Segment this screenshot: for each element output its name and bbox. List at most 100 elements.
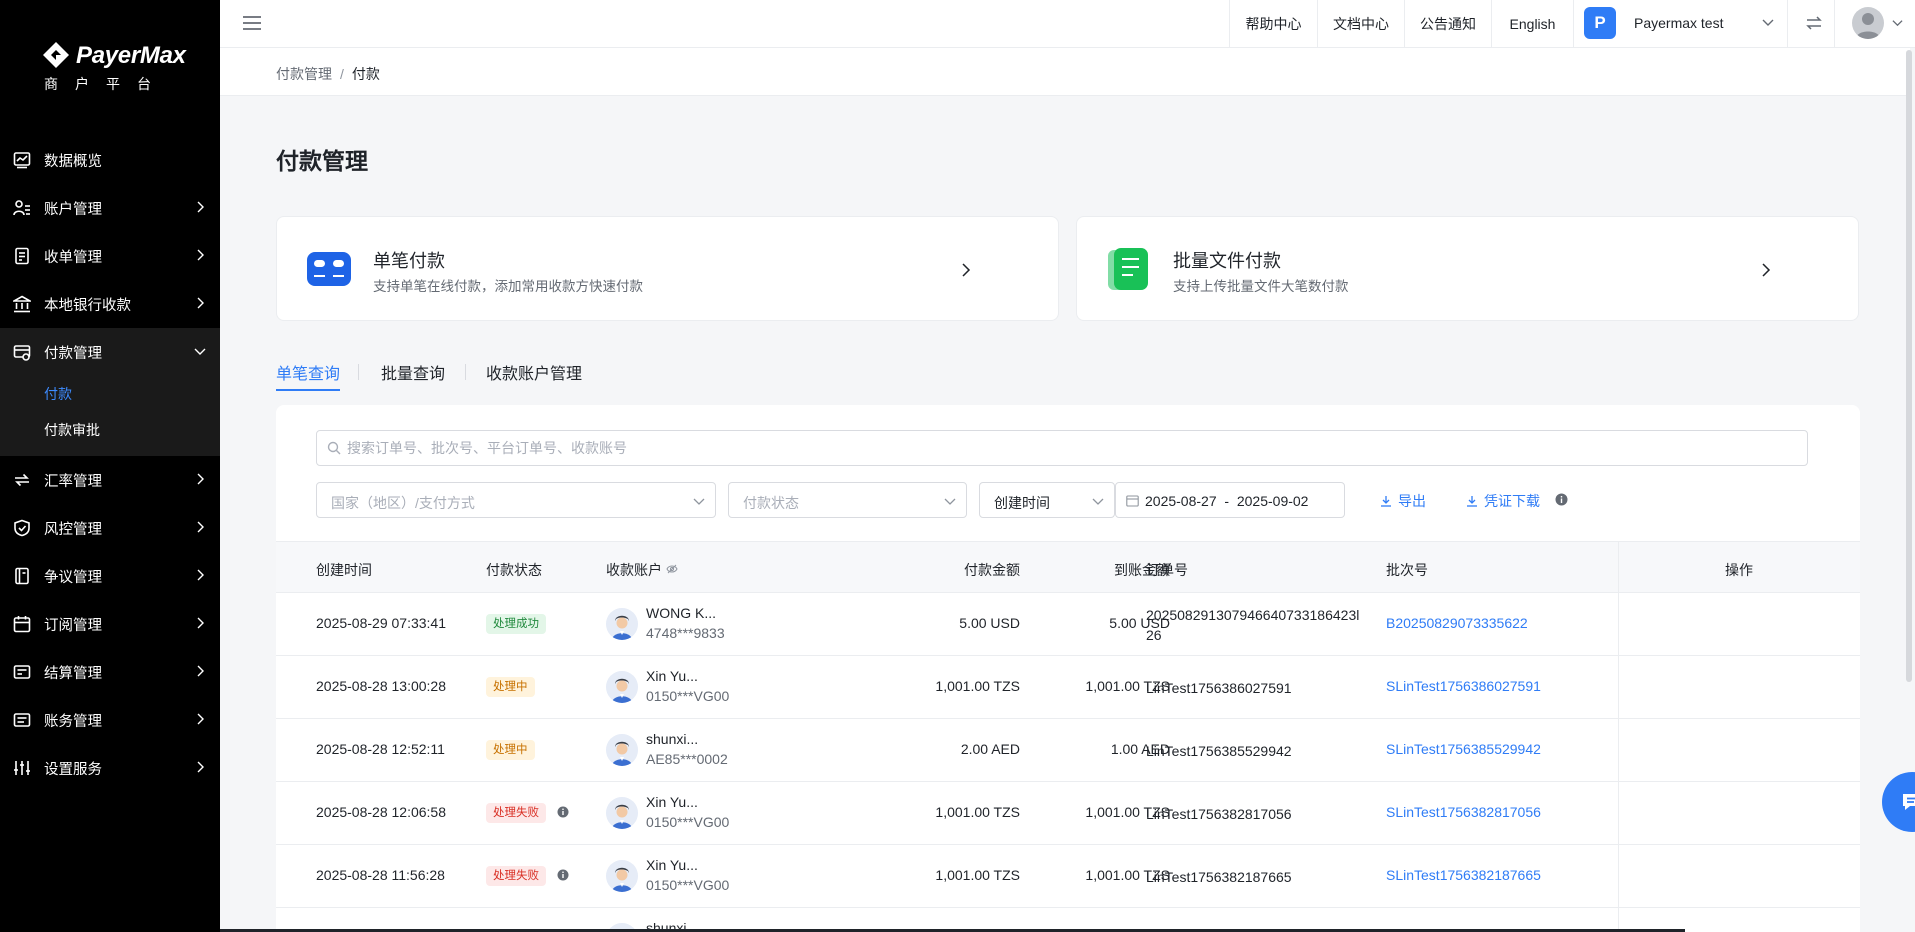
chevron-down-icon[interactable] xyxy=(1762,16,1774,28)
payee-avatar-icon xyxy=(606,608,638,640)
sidebar-item-overview[interactable]: 数据概览 xyxy=(0,136,220,184)
batch-number-link[interactable]: SLinTest1756385529942 xyxy=(1386,741,1541,757)
query-tabs: 单笔查询 批量查询 收款账户管理 xyxy=(276,356,1876,392)
switch-account-icon[interactable] xyxy=(1804,13,1824,33)
sidebar-item-label: 付款管理 xyxy=(44,345,102,362)
order-number-line: LinTest1756382817056 xyxy=(1146,806,1292,822)
sidebar-item-fx[interactable]: 汇率管理 xyxy=(0,456,220,504)
payee-account-number: 0150***VG00 xyxy=(646,814,730,830)
created-time: 2025-08-28 11:56:28 xyxy=(316,867,445,883)
chevron-right-icon xyxy=(197,521,204,533)
order-number[interactable]: LinTest1756385529942 xyxy=(1146,741,1366,761)
created-time: 2025-08-28 13:00:28 xyxy=(316,678,446,694)
user-avatar-icon xyxy=(1856,13,1880,39)
language-switch[interactable]: English xyxy=(1491,0,1573,48)
payee-name: Xin Yu... xyxy=(646,857,698,873)
query-panel: 国家（地区）/支付方式 付款状态 创建时间 2025-08-27 - 2025-… xyxy=(276,405,1860,932)
announcements-link[interactable]: 公告通知 xyxy=(1404,0,1491,48)
payee-avatar-icon xyxy=(606,734,638,766)
settlement-icon xyxy=(12,662,32,682)
info-icon[interactable] xyxy=(557,869,569,881)
payment-amount: 1,001.00 TZS xyxy=(935,678,1020,694)
chevron-right-icon xyxy=(962,263,971,277)
chevron-down-icon[interactable] xyxy=(1892,17,1903,28)
batch-number-link[interactable]: B20250829073335622 xyxy=(1386,615,1528,631)
sidebar-group-payment: 付款管理 付款 付款审批 xyxy=(0,328,220,456)
column-header: 付款金额 xyxy=(964,562,1020,578)
order-number[interactable]: 202508291307946640733186423l 26 xyxy=(1146,605,1366,645)
sidebar: PayerMax 商户平台 数据概览 账户管理 收单管理 本地银行收款 付款管理 xyxy=(0,0,220,932)
chat-icon xyxy=(1903,794,1915,810)
search-box xyxy=(316,430,1808,466)
docs-center-link[interactable]: 文档中心 xyxy=(1317,0,1404,48)
tab-payee-accounts[interactable]: 收款账户管理 xyxy=(486,360,582,384)
chevron-right-icon xyxy=(197,249,204,261)
order-number-line: 202508291307946640733186423l xyxy=(1146,607,1360,623)
sidebar-item-subscription[interactable]: 订阅管理 xyxy=(0,600,220,648)
info-icon[interactable] xyxy=(1555,493,1568,506)
voucher-download-button[interactable]: 凭证下载 xyxy=(1466,491,1540,511)
tab-batch-query[interactable]: 批量查询 xyxy=(381,360,445,384)
chevron-right-icon xyxy=(197,569,204,581)
batch-payment-card[interactable]: 批量文件付款 支持上传批量文件大笔数付款 xyxy=(1076,216,1859,321)
sidebar-subitem-payout-approval[interactable]: 付款审批 xyxy=(0,412,220,448)
chat-support-button[interactable] xyxy=(1882,772,1915,832)
export-button[interactable]: 导出 xyxy=(1380,491,1426,511)
chevron-right-icon xyxy=(197,617,204,629)
payment-status-select[interactable]: 付款状态 xyxy=(728,482,967,518)
date-range-picker[interactable]: 2025-08-27 - 2025-09-02 xyxy=(1115,482,1345,518)
search-input[interactable] xyxy=(347,431,1797,465)
chevron-right-icon xyxy=(197,665,204,677)
brand-logo[interactable]: PayerMax 商户平台 xyxy=(40,38,190,94)
user-avatar[interactable] xyxy=(1852,7,1884,39)
tab-single-query[interactable]: 单笔查询 xyxy=(276,360,340,384)
single-payment-card[interactable]: 单笔付款 支持单笔在线付款，添加常用收款方快速付款 xyxy=(276,216,1059,321)
sidebar-item-settings[interactable]: 设置服务 xyxy=(0,744,220,792)
breadcrumb-bar: 付款管理 / 付款 xyxy=(220,48,1910,96)
sidebar-item-settlement[interactable]: 结算管理 xyxy=(0,648,220,696)
calendar-icon xyxy=(12,614,32,634)
sidebar-item-dispute[interactable]: 争议管理 xyxy=(0,552,220,600)
order-number[interactable]: LinTest1756382187665 xyxy=(1146,867,1366,887)
payment-icon xyxy=(12,342,32,362)
date-separator: - xyxy=(1224,493,1230,509)
breadcrumb-separator: / xyxy=(340,66,344,82)
order-number[interactable]: LinTest1756386027591 xyxy=(1146,678,1366,698)
payee-name: Xin Yu... xyxy=(646,668,698,684)
user-group-icon xyxy=(12,198,32,218)
sidebar-subitem-payout[interactable]: 付款 xyxy=(0,376,220,412)
help-center-link[interactable]: 帮助中心 xyxy=(1229,0,1317,48)
sidebar-item-payment[interactable]: 付款管理 xyxy=(0,328,220,376)
batch-number-link[interactable]: SLinTest1756386027591 xyxy=(1386,678,1541,694)
breadcrumb-parent[interactable]: 付款管理 xyxy=(276,66,332,82)
eye-off-icon[interactable] xyxy=(666,564,678,574)
sidebar-item-label: 汇率管理 xyxy=(44,473,102,490)
info-icon[interactable] xyxy=(557,806,569,818)
batch-number-link[interactable]: SLinTest1756382817056 xyxy=(1386,804,1541,820)
status-badge: 处理失败 xyxy=(486,803,546,823)
payee-account-number: 0150***VG00 xyxy=(646,877,730,893)
payee-avatar-icon xyxy=(606,797,638,829)
merchant-selector[interactable]: Payermax test xyxy=(1634,15,1723,31)
order-number[interactable]: LinTest1756382817056 xyxy=(1146,804,1366,824)
chevron-down-icon xyxy=(944,498,956,505)
page-scrollbar[interactable] xyxy=(1906,50,1912,682)
sidebar-item-acquiring[interactable]: 收单管理 xyxy=(0,232,220,280)
chevron-right-icon xyxy=(197,297,204,309)
country-method-select[interactable]: 国家（地区）/支付方式 xyxy=(316,482,716,518)
select-value: 创建时间 xyxy=(994,495,1050,511)
sidebar-item-risk[interactable]: 风控管理 xyxy=(0,504,220,552)
sidebar-item-label: 本地银行收款 xyxy=(44,297,131,314)
chart-icon xyxy=(12,150,32,170)
sidebar-item-label: 账户管理 xyxy=(44,201,102,218)
chevron-right-icon xyxy=(197,761,204,773)
sidebar-item-local-bank[interactable]: 本地银行收款 xyxy=(0,280,220,328)
sidebar-item-ledger[interactable]: 账务管理 xyxy=(0,696,220,744)
time-type-select[interactable]: 创建时间 xyxy=(979,482,1115,518)
batch-number-link[interactable]: SLinTest1756382187665 xyxy=(1386,867,1541,883)
merchant-badge[interactable]: P xyxy=(1584,7,1616,39)
payee-name: Xin Yu... xyxy=(646,794,698,810)
payment-amount: 2.00 AED xyxy=(960,741,1020,757)
sidebar-item-account[interactable]: 账户管理 xyxy=(0,184,220,232)
menu-toggle-icon[interactable] xyxy=(242,14,262,32)
